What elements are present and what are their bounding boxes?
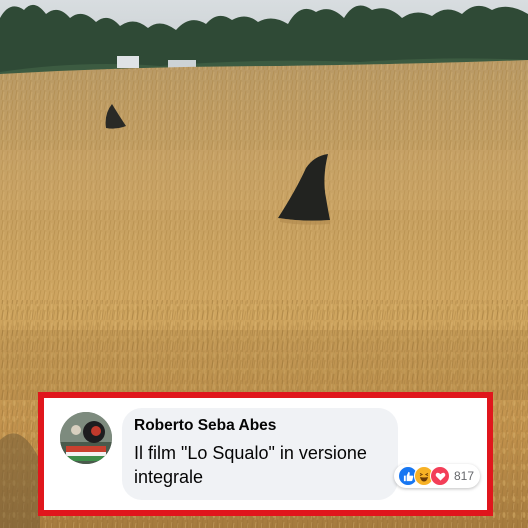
comment-text: Il film "Lo Squalo" in versione integral…: [134, 443, 367, 487]
comment-author[interactable]: Roberto Seba Abes: [134, 417, 276, 435]
avatar[interactable]: [60, 412, 112, 464]
comment-bubble: Roberto Seba Abes Il film "Lo Squalo" in…: [122, 408, 398, 500]
love-icon: [430, 466, 450, 486]
reactions-summary[interactable]: 817: [394, 464, 481, 488]
highlighted-comment: Roberto Seba Abes Il film "Lo Squalo" in…: [38, 392, 493, 516]
meme-image: Roberto Seba Abes Il film "Lo Squalo" in…: [0, 0, 528, 528]
reaction-count: 817: [454, 469, 475, 483]
